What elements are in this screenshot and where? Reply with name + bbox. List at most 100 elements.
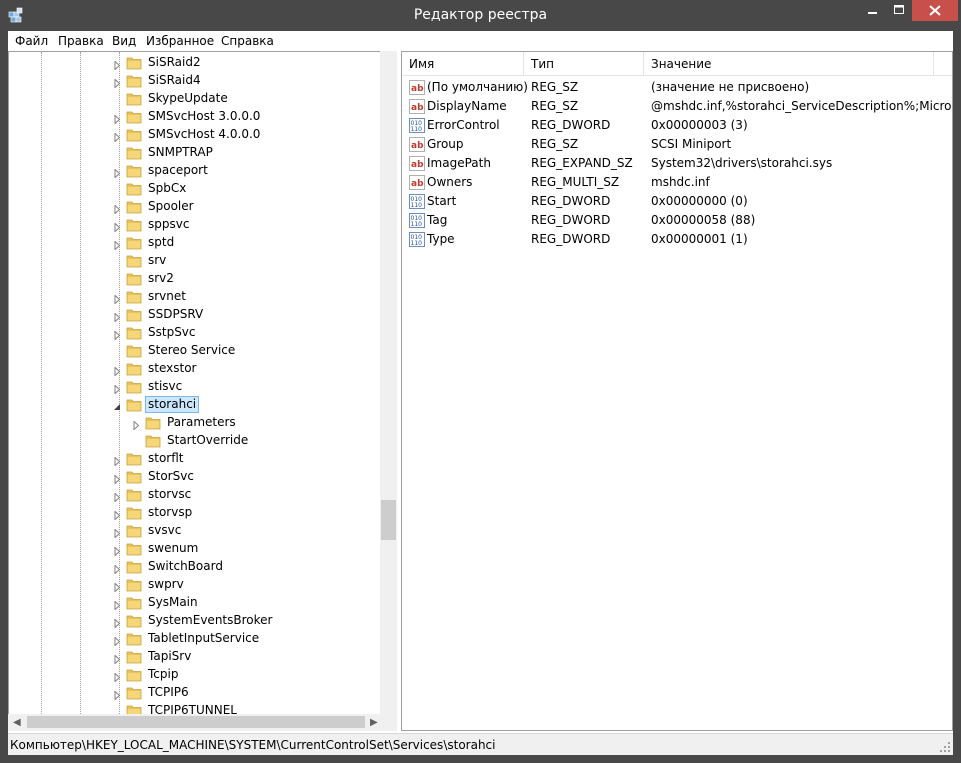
tree-item[interactable]: TapiSrv — [9, 648, 381, 666]
tree-item-label[interactable]: SiSRaid2 — [148, 55, 201, 70]
tree-item-label[interactable]: StartOverride — [167, 433, 248, 448]
tree-item[interactable]: sptd — [9, 234, 381, 252]
tree-item-label[interactable]: TCPIP6 — [148, 685, 189, 700]
expand-arrow-icon[interactable] — [113, 545, 122, 557]
tree-item-label[interactable]: storvsp — [148, 505, 192, 520]
expand-arrow-icon[interactable] — [113, 113, 122, 125]
value-row[interactable]: 010 110 ErrorControl REG_DWORD 0x00000003 (3… — [402, 116, 952, 135]
menu-file[interactable]: Файл — [15, 33, 48, 49]
tree-item[interactable]: storvsc — [9, 486, 381, 504]
tree-vertical-scroll-thumb[interactable] — [381, 500, 396, 540]
expand-arrow-icon[interactable] — [113, 491, 122, 503]
scroll-left-icon[interactable]: ◀ — [13, 714, 21, 731]
tree-item-label[interactable]: sptd — [148, 235, 174, 250]
tree-item-label[interactable]: SkypeUpdate — [148, 91, 228, 106]
tree-item-label[interactable]: TabletInputService — [148, 631, 259, 646]
expand-arrow-icon[interactable] — [113, 473, 122, 485]
menu-edit[interactable]: Правка — [58, 33, 104, 49]
expand-arrow-icon[interactable] — [113, 59, 122, 71]
tree-horizontal-scroll-thumb[interactable] — [27, 716, 365, 728]
tree-item-label[interactable]: Stereo Service — [148, 343, 235, 358]
expand-arrow-icon[interactable] — [113, 599, 122, 611]
tree-item[interactable]: svsvc — [9, 522, 381, 540]
column-header-type[interactable]: Тип — [524, 52, 644, 76]
tree-item[interactable]: TCPIP6 — [9, 684, 381, 702]
collapse-arrow-icon[interactable] — [113, 401, 122, 410]
registry-tree[interactable]: SiSRaid2 SiSRaid4 SkypeUpdate SMSvcHost 3.0… — [9, 52, 381, 716]
tree-item[interactable]: TabletInputService — [9, 630, 381, 648]
tree-item[interactable]: sppsvc — [9, 216, 381, 234]
tree-item[interactable]: SiSRaid4 — [9, 72, 381, 90]
expand-arrow-icon[interactable] — [113, 293, 122, 305]
tree-item[interactable]: SMSvcHost 3.0.0.0 — [9, 108, 381, 126]
tree-item-label[interactable]: SiSRaid4 — [148, 73, 201, 88]
tree-item[interactable]: SSDPSRV — [9, 306, 381, 324]
tree-item[interactable]: SystemEventsBroker — [9, 612, 381, 630]
resize-grip-icon[interactable] — [939, 741, 951, 753]
expand-arrow-icon[interactable] — [113, 509, 122, 521]
minimize-button[interactable] — [859, 0, 886, 21]
expand-arrow-icon[interactable] — [113, 329, 122, 341]
expand-arrow-icon[interactable] — [113, 365, 122, 377]
tree-item[interactable]: spaceport — [9, 162, 381, 180]
menu-favorites[interactable]: Избранное — [146, 33, 214, 49]
tree-item-label[interactable]: storflt — [148, 451, 184, 466]
value-row[interactable]: ab Owners REG_MULTI_SZ mshdc.inf — [402, 173, 952, 192]
tree-item[interactable]: SMSvcHost 4.0.0.0 — [9, 126, 381, 144]
expand-arrow-icon[interactable] — [132, 419, 141, 431]
tree-item[interactable]: SwitchBoard — [9, 558, 381, 576]
tree-item[interactable]: srv2 — [9, 270, 381, 288]
expand-arrow-icon[interactable] — [113, 581, 122, 593]
tree-item-label[interactable]: SMSvcHost 3.0.0.0 — [148, 109, 260, 124]
expand-arrow-icon[interactable] — [113, 221, 122, 233]
menu-help[interactable]: Справка — [221, 33, 274, 49]
expand-arrow-icon[interactable] — [113, 563, 122, 575]
expand-arrow-icon[interactable] — [113, 455, 122, 467]
column-header-value[interactable]: Значение — [644, 52, 934, 76]
tree-item-label[interactable]: swprv — [148, 577, 184, 592]
tree-item[interactable]: swenum — [9, 540, 381, 558]
expand-arrow-icon[interactable] — [113, 527, 122, 539]
title-bar[interactable]: Редактор реестра — [0, 0, 961, 31]
tree-item[interactable]: SNMPTRAP — [9, 144, 381, 162]
tree-item[interactable]: SkypeUpdate — [9, 90, 381, 108]
tree-item-label[interactable]: TapiSrv — [148, 649, 191, 664]
value-row[interactable]: ab Group REG_SZ SCSI Miniport — [402, 135, 952, 154]
tree-item[interactable]: srv — [9, 252, 381, 270]
expand-arrow-icon[interactable] — [113, 131, 122, 143]
tree-item-label[interactable]: storahci — [145, 396, 200, 413]
expand-arrow-icon[interactable] — [113, 77, 122, 89]
expand-arrow-icon[interactable] — [113, 203, 122, 215]
menu-view[interactable]: Вид — [112, 33, 136, 49]
expand-arrow-icon[interactable] — [113, 239, 122, 251]
tree-item[interactable]: SstpSvc — [9, 324, 381, 342]
tree-item[interactable]: StartOverride — [9, 432, 381, 450]
expand-arrow-icon[interactable] — [113, 689, 122, 701]
tree-item-label[interactable]: SMSvcHost 4.0.0.0 — [148, 127, 260, 142]
value-row[interactable]: 010 110 Tag REG_DWORD 0x00000058 (88) — [402, 211, 952, 230]
tree-item-label[interactable]: srvnet — [148, 289, 186, 304]
value-row[interactable]: ab (По умолчанию) REG_SZ (значение не присв… — [402, 78, 952, 97]
tree-item-label[interactable]: SSDPSRV — [148, 307, 203, 322]
tree-item-label[interactable]: Tcpip — [148, 667, 178, 682]
tree-item[interactable]: Tcpip — [9, 666, 381, 684]
tree-item[interactable]: swprv — [9, 576, 381, 594]
expand-arrow-icon[interactable] — [113, 311, 122, 323]
tree-item[interactable]: storahci — [9, 396, 381, 414]
tree-item[interactable]: storflt — [9, 450, 381, 468]
tree-item-label[interactable]: swenum — [148, 541, 198, 556]
expand-arrow-icon[interactable] — [113, 653, 122, 665]
value-row[interactable]: 010 110 Start REG_DWORD 0x00000000 (0) — [402, 192, 952, 211]
value-row[interactable]: ab ImagePath REG_EXPAND_SZ System32\drivers… — [402, 154, 952, 173]
registry-tree-pane[interactable]: SiSRaid2 SiSRaid4 SkypeUpdate SMSvcHost 3.0… — [8, 51, 396, 731]
tree-item[interactable]: srvnet — [9, 288, 381, 306]
tree-item-label[interactable]: storvsc — [148, 487, 191, 502]
scroll-right-icon[interactable]: ▶ — [370, 714, 378, 731]
tree-item-label[interactable]: svsvc — [148, 523, 181, 538]
tree-item[interactable]: stisvc — [9, 378, 381, 396]
expand-arrow-icon[interactable] — [113, 635, 122, 647]
maximize-button[interactable] — [886, 0, 912, 21]
tree-item-label[interactable]: srv2 — [148, 271, 174, 286]
tree-item-label[interactable]: SystemEventsBroker — [148, 613, 272, 628]
tree-item-label[interactable]: SNMPTRAP — [148, 145, 213, 160]
